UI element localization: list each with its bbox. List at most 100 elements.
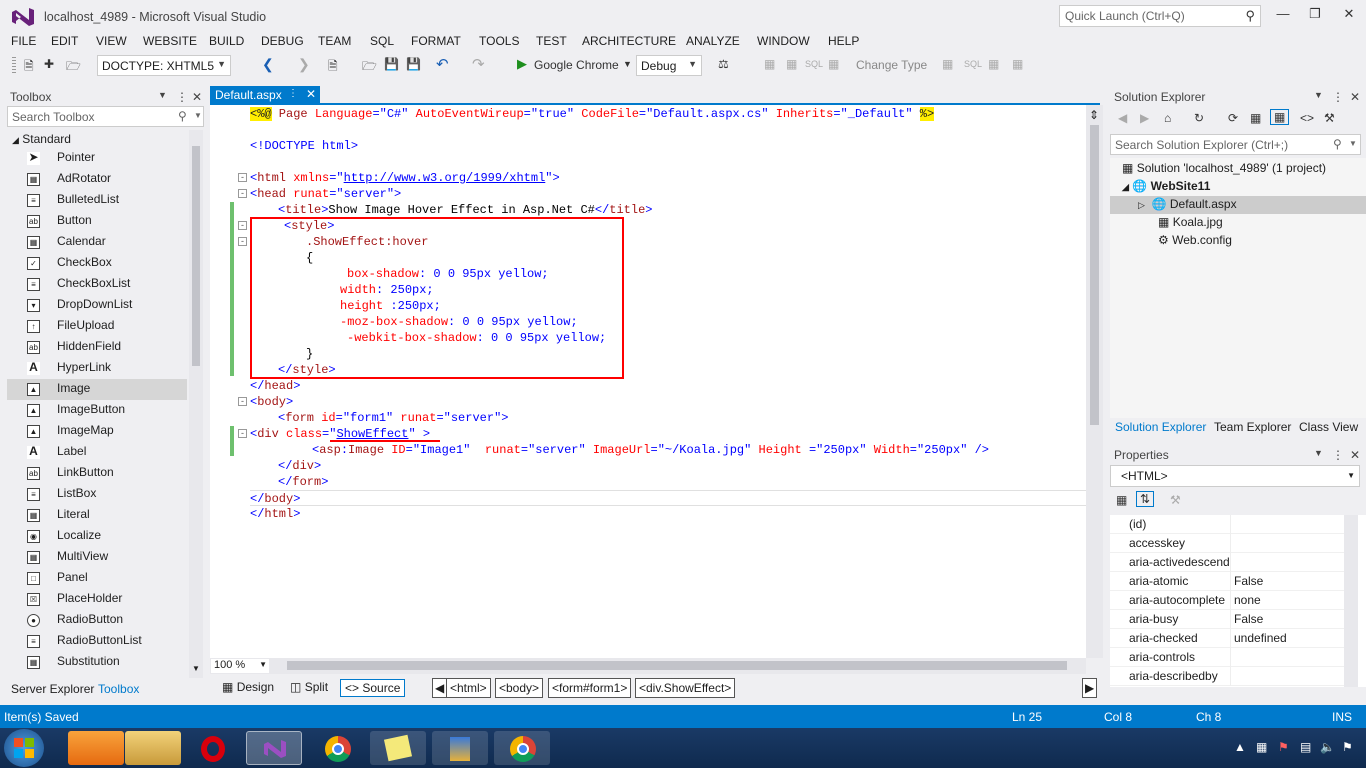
quick-launch-input[interactable]: Quick Launch (Ctrl+Q) ⚲	[1059, 5, 1261, 27]
tab-default-aspx[interactable]: Default.aspx ⋮ ✕	[210, 86, 320, 104]
toolbox-item-image[interactable]: ▲ Image	[7, 379, 187, 400]
sticky-notes-taskbar-icon[interactable]	[370, 731, 426, 765]
chrome-window-taskbar-icon[interactable]	[494, 731, 550, 765]
toolbox-item-label[interactable]: A Label	[7, 442, 187, 463]
collapse-all-icon[interactable]: ▦	[1250, 111, 1261, 125]
open-icon[interactable]: 🗁	[66, 57, 81, 78]
add-item-icon[interactable]: ✚	[44, 57, 54, 71]
toolbox-search-input[interactable]: Search Toolbox ⚲ ▼	[7, 106, 204, 127]
toolbox-item-placeholder[interactable]: ☒ PlaceHolder	[7, 589, 187, 610]
property-row[interactable]: aria-atomic False	[1110, 572, 1344, 591]
breadcrumb-form[interactable]: <form#form1>	[548, 678, 632, 698]
source-view-button[interactable]: <> Source	[340, 679, 406, 697]
chevron-down-icon[interactable]: ▼	[1314, 448, 1323, 458]
pin-icon[interactable]: ⋮	[176, 90, 188, 104]
menu-test[interactable]: TEST	[536, 34, 567, 48]
visual-studio-taskbar-icon[interactable]	[246, 731, 302, 765]
chevron-down-icon[interactable]: ▼	[1314, 90, 1323, 100]
navigate-forward-icon[interactable]: ❯	[298, 56, 310, 73]
menu-website[interactable]: WEBSITE	[143, 34, 197, 48]
toolbox-item-literal[interactable]: ▦ Literal	[7, 505, 187, 526]
change-type-button[interactable]: Change Type	[856, 58, 927, 72]
toolbox-scroll-thumb[interactable]	[192, 146, 200, 366]
doctype-dropdown[interactable]: DOCTYPE: XHTML5 ▼	[97, 55, 231, 76]
view-code-icon[interactable]: <>	[1300, 111, 1314, 125]
menu-sql[interactable]: SQL	[370, 34, 394, 48]
tab-solution-explorer[interactable]: Solution Explorer	[1115, 420, 1206, 434]
properties-object-selector[interactable]: <HTML> ▼	[1110, 465, 1360, 487]
property-row[interactable]: aria-describedby	[1110, 667, 1344, 686]
collapse-icon[interactable]: -	[238, 397, 247, 406]
toolbox-item-substitution[interactable]: ▦ Substitution	[7, 652, 187, 673]
restore-button[interactable]: ❐	[1304, 6, 1326, 22]
property-row[interactable]: aria-busy False	[1110, 610, 1344, 629]
breadcrumb-html[interactable]: <html>	[446, 678, 491, 698]
project-node[interactable]: ◢ 🌐 WebSite11	[1122, 178, 1210, 196]
toolbox-item-bulletedlist[interactable]: ≡ BulletedList	[7, 190, 187, 211]
sql-icon[interactable]: SQL	[805, 59, 823, 69]
property-row[interactable]: aria-checked undefined	[1110, 629, 1344, 648]
layout-icon[interactable]: ▦	[988, 57, 999, 71]
toolbox-item-dropdownlist[interactable]: ▾ DropDownList	[7, 295, 187, 316]
home-icon[interactable]: ⌂	[1164, 111, 1171, 125]
menu-help[interactable]: HELP	[828, 34, 859, 48]
show-all-files-icon[interactable]: ▦	[1270, 109, 1290, 125]
toolbox-item-hiddenfield[interactable]: ab HiddenField	[7, 337, 187, 358]
save-all-icon[interactable]: 💾	[406, 57, 421, 71]
collapse-icon[interactable]: -	[238, 189, 247, 198]
design-view-button[interactable]: ▦ Design	[218, 679, 278, 697]
toolbox-item-radiobutton[interactable]: ● RadioButton	[7, 610, 187, 631]
menu-file[interactable]: FILE	[11, 34, 36, 48]
back-icon[interactable]: ◀	[1118, 111, 1127, 125]
tab-class-view[interactable]: Class View	[1299, 420, 1358, 434]
tab-toolbox[interactable]: Toolbox	[98, 682, 139, 696]
toolbox-item-linkbutton[interactable]: ab LinkButton	[7, 463, 187, 484]
grid-icon[interactable]: ▦	[786, 57, 797, 71]
close-icon[interactable]: ✕	[192, 90, 202, 104]
menu-team[interactable]: TEAM	[318, 34, 351, 48]
tab-team-explorer[interactable]: Team Explorer	[1214, 420, 1291, 434]
menu-window[interactable]: WINDOW	[757, 34, 810, 48]
tab-server-explorer[interactable]: Server Explorer	[11, 682, 94, 696]
navigate-back-icon[interactable]: ❮	[262, 56, 274, 73]
close-icon[interactable]: ✕	[1350, 90, 1360, 104]
close-tab-icon[interactable]: ✕	[306, 87, 316, 101]
start-button[interactable]	[4, 729, 44, 767]
undo-icon[interactable]: ↶	[436, 55, 449, 73]
properties-wrench-icon[interactable]: ⚒	[1324, 111, 1335, 125]
categorized-icon[interactable]: ▦	[1116, 493, 1127, 507]
find-icon[interactable]: ⚖	[718, 57, 729, 71]
forward-icon[interactable]: ▶	[1140, 111, 1149, 125]
toolbox-item-radiobuttonlist[interactable]: ≡ RadioButtonList	[7, 631, 187, 652]
collapse-icon[interactable]: -	[238, 429, 247, 438]
sql-tool-icon[interactable]: ▦	[942, 57, 953, 71]
property-value[interactable]: none	[1234, 593, 1261, 607]
toolbox-item-checkboxlist[interactable]: ≡ CheckBoxList	[7, 274, 187, 295]
toolbox-item-hyperlink[interactable]: A HyperLink	[7, 358, 187, 379]
close-icon[interactable]: ✕	[1350, 448, 1360, 462]
scroll-down-icon[interactable]: ▼	[192, 664, 200, 673]
toolbox-item-checkbox[interactable]: ✓ CheckBox	[7, 253, 187, 274]
uc-browser-taskbar-icon[interactable]	[68, 731, 124, 765]
start-debug-icon[interactable]: ▶	[517, 56, 527, 72]
new-file-icon[interactable]: 🗎	[24, 57, 34, 78]
close-button[interactable]: ✕	[1338, 6, 1360, 22]
configuration-dropdown[interactable]: Debug ▼	[636, 55, 702, 76]
alphabetical-icon[interactable]: ⇅	[1136, 491, 1155, 507]
toolbox-item-calendar[interactable]: ▦ Calendar	[7, 232, 187, 253]
table-icon[interactable]: ▦	[828, 57, 839, 71]
breadcrumb-body[interactable]: <body>	[495, 678, 544, 698]
toolbox-item-fileupload[interactable]: ↑ FileUpload	[7, 316, 187, 337]
pin-icon[interactable]: ⋮	[288, 88, 298, 99]
menu-format[interactable]: FORMAT	[411, 34, 461, 48]
solution-node[interactable]: ▦ Solution 'localhost_4989' (1 project)	[1122, 160, 1326, 178]
chevron-down-icon[interactable]: ▼	[158, 90, 167, 100]
menu-tools[interactable]: TOOLS	[479, 34, 519, 48]
breadcrumb-back-icon[interactable]: ◀	[432, 678, 448, 698]
zoom-dropdown[interactable]: 100 % ▼	[211, 659, 269, 673]
property-row[interactable]: accesskey	[1110, 534, 1344, 553]
property-row[interactable]: (id)	[1110, 515, 1344, 534]
menu-view[interactable]: VIEW	[96, 34, 127, 48]
browser-selector[interactable]: Google Chrome	[534, 58, 619, 72]
signal-tray-icon[interactable]: ▤	[1300, 740, 1311, 754]
